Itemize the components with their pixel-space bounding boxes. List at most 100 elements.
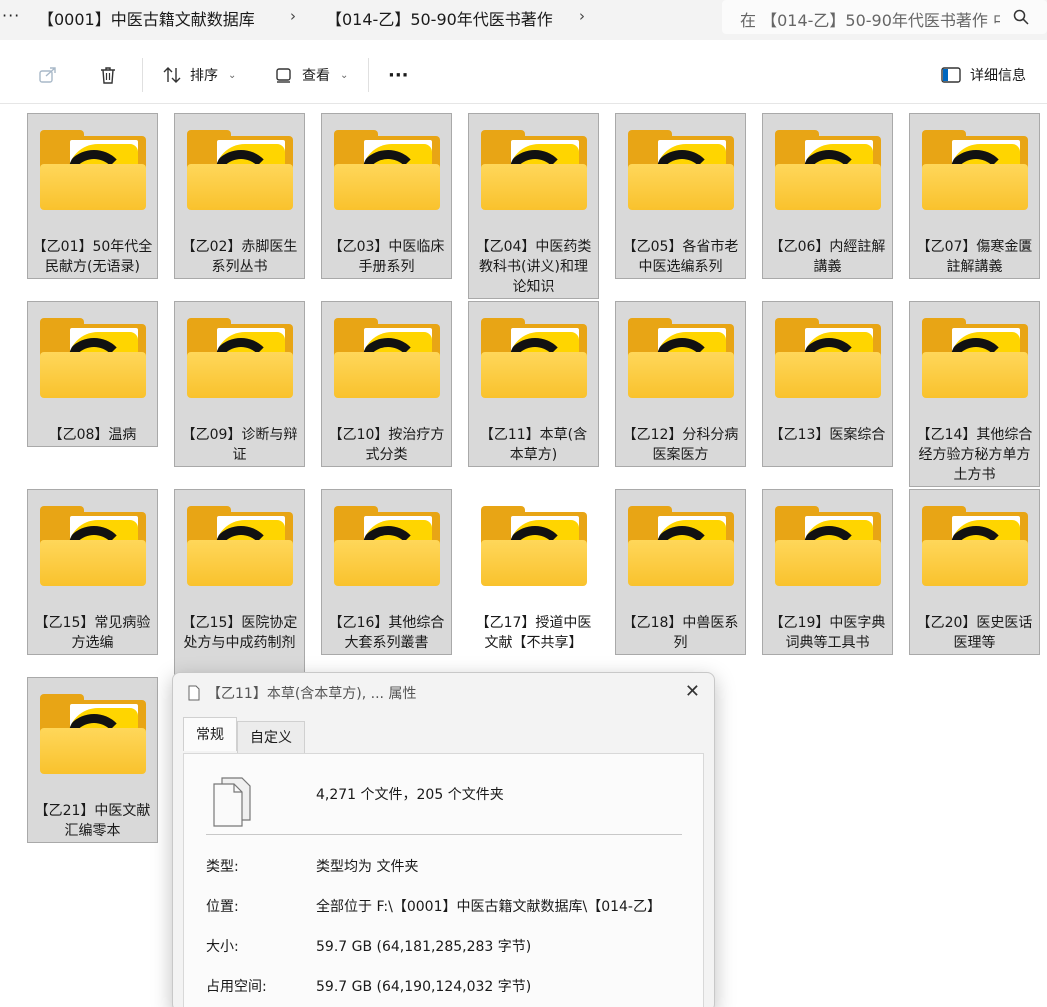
general-panel: 4,271 个文件，205 个文件夹 类型: 类型均为 文件夹 位置: 全部位于… [183, 753, 704, 1007]
folder-name: 【乙08】温病 [48, 427, 137, 443]
folder-item[interactable]: 【乙04】中医药类教科书(讲义)和理论知识 [468, 113, 599, 299]
chevron-right-icon[interactable]: › [290, 7, 296, 25]
folder-item[interactable]: 【乙12】分科分病医案医方 [615, 301, 746, 467]
breadcrumb-root[interactable]: 【0001】中医古籍文献数据库 [38, 6, 255, 30]
pdf-folder-icon [922, 318, 1028, 400]
folder-item[interactable]: 【乙07】傷寒金匱註解講義 [909, 113, 1040, 279]
folder-name: 【乙16】其他综合大套系列叢書 [328, 615, 445, 651]
pdf-folder-icon [40, 318, 146, 400]
chevron-right-icon[interactable]: › [579, 7, 585, 25]
folder-item[interactable]: 【乙01】50年代全民献方(无语录) [27, 113, 158, 279]
folder-name: 【乙01】50年代全民献方(无语录) [32, 239, 153, 275]
folder-name: 【乙15】医院协定处方与中成药制剂 [181, 615, 298, 651]
selection-summary: 4,271 个文件，205 个文件夹 [316, 787, 504, 803]
folder-name: 【乙15】常见病验方选编 [34, 615, 151, 651]
folder-item[interactable]: 【乙15】常见病验方选编 [27, 489, 158, 655]
search-input[interactable]: 在 【014-乙】50-90年代医书著作 中搜索 [740, 7, 1000, 31]
folder-name: 【乙11】本草(含本草方) [479, 427, 588, 463]
pdf-folder-icon [334, 130, 440, 212]
address-bar: ··· 【0001】中医古籍文献数据库 › 【014-乙】50-90年代医书著作… [0, 0, 1047, 40]
pdf-folder-icon [334, 506, 440, 588]
folder-item[interactable]: 【乙03】中医临床手册系列 [321, 113, 452, 279]
pdf-folder-icon [187, 506, 293, 588]
pdf-folder-icon [40, 506, 146, 588]
folder-item[interactable]: 【乙20】医史医话医理等 [909, 489, 1040, 655]
folder-item[interactable]: 【乙17】授道中医文献【不共享】 [468, 489, 599, 675]
tab-custom[interactable]: 自定义 [237, 721, 305, 753]
sort-button[interactable]: 排序 ⌄ [162, 46, 236, 104]
details-label: 详细信息 [970, 68, 1026, 84]
folder-name: 【乙20】医史医话医理等 [916, 615, 1033, 651]
folder-name: 【乙17】授道中医文献【不共享】 [475, 615, 592, 651]
folder-item[interactable]: 【乙09】诊断与辩证 [174, 301, 305, 467]
folder-item[interactable]: 【乙10】按治疗方式分类 [321, 301, 452, 467]
tab-general[interactable]: 常规 [183, 717, 237, 751]
folder-name: 【乙09】诊断与辩证 [181, 427, 298, 463]
document-icon [188, 685, 200, 701]
close-icon[interactable]: ✕ [685, 681, 700, 702]
chevron-down-icon: ⌄ [228, 69, 237, 81]
sort-label: 排序 [190, 68, 218, 84]
dialog-tabs: 常规 自定义 [183, 717, 305, 753]
folder-item[interactable]: 【乙19】中医字典词典等工具书 [762, 489, 893, 655]
folder-item[interactable]: 【乙11】本草(含本草方) [468, 301, 599, 467]
folder-name: 【乙10】按治疗方式分类 [328, 427, 445, 463]
details-pane-icon [941, 67, 961, 83]
property-label: 占用空间: [206, 979, 267, 995]
property-value: 59.7 GB (64,181,285,283 字节) [316, 939, 532, 955]
search-icon[interactable] [1013, 9, 1029, 25]
folder-item[interactable]: 【乙05】各省市老中医选编系列 [615, 113, 746, 279]
folder-item[interactable]: 【乙06】内經註解講義 [762, 113, 893, 279]
pdf-folder-icon [922, 130, 1028, 212]
share-button[interactable] [38, 46, 58, 104]
property-label: 位置: [206, 899, 239, 915]
pdf-folder-icon [334, 318, 440, 400]
folder-item[interactable]: 【乙16】其他综合大套系列叢書 [321, 489, 452, 655]
folder-name: 【乙21】中医文献汇编零本 [34, 803, 151, 839]
address-more-button[interactable]: ··· [2, 6, 20, 25]
pdf-folder-icon [775, 506, 881, 588]
pdf-folder-icon [775, 318, 881, 400]
dialog-title-bar[interactable]: 【乙11】本草(含本草方), ... 属性 [187, 683, 416, 703]
property-label: 类型: [206, 859, 239, 875]
sort-icon [163, 67, 181, 83]
pdf-folder-icon [40, 130, 146, 212]
view-button[interactable]: 查看 ⌄ [274, 46, 348, 104]
pdf-folder-icon [187, 130, 293, 212]
folder-item[interactable]: 【乙13】医案综合 [762, 301, 893, 467]
delete-button[interactable] [98, 46, 118, 104]
property-value: 59.7 GB (64,190,124,032 字节) [316, 979, 532, 995]
folder-item[interactable]: 【乙15】医院协定处方与中成药制剂 [174, 489, 305, 675]
trash-icon [101, 67, 115, 84]
view-icon [276, 68, 291, 83]
folder-item[interactable]: 【乙08】温病 [27, 301, 158, 447]
pdf-folder-icon [628, 318, 734, 400]
folder-name: 【乙18】中兽医系列 [622, 615, 739, 651]
view-label: 查看 [302, 68, 330, 84]
folder-name: 【乙13】医案综合 [769, 427, 886, 443]
folder-name: 【乙05】各省市老中医选编系列 [622, 239, 739, 275]
folder-item[interactable]: 【乙02】赤脚医生系列丛书 [174, 113, 305, 279]
command-bar: 排序 ⌄ 查看 ⌄ ··· 详细信息 [0, 46, 1047, 104]
share-icon [39, 67, 56, 83]
pdf-folder-icon [922, 506, 1028, 588]
folder-name: 【乙19】中医字典词典等工具书 [769, 615, 886, 651]
folder-name: 【乙07】傷寒金匱註解講義 [916, 239, 1033, 275]
pdf-folder-icon [187, 318, 293, 400]
pdf-folder-icon [775, 130, 881, 212]
folder-name: 【乙04】中医药类教科书(讲义)和理论知识 [475, 239, 592, 295]
folder-item[interactable]: 【乙14】其他综合经方验方秘方单方土方书 [909, 301, 1040, 487]
pdf-folder-icon [481, 130, 587, 212]
breadcrumb-current[interactable]: 【014-乙】50-90年代医书著作 [326, 6, 553, 30]
pdf-folder-icon [40, 694, 146, 776]
chevron-down-icon: ⌄ [340, 69, 349, 81]
dialog-title: 【乙11】本草(含本草方), ... 属性 [207, 686, 417, 702]
folder-item[interactable]: 【乙21】中医文献汇编零本 [27, 677, 158, 843]
more-options-button[interactable]: ··· [388, 46, 409, 104]
folder-item[interactable]: 【乙18】中兽医系列 [615, 489, 746, 655]
search-box[interactable]: 在 【014-乙】50-90年代医书著作 中搜索 [722, 0, 1047, 34]
multiple-files-icon [213, 777, 251, 827]
details-pane-button[interactable]: 详细信息 [940, 46, 1026, 104]
pdf-folder-icon [481, 318, 587, 400]
folder-name: 【乙06】内經註解講義 [769, 239, 886, 275]
